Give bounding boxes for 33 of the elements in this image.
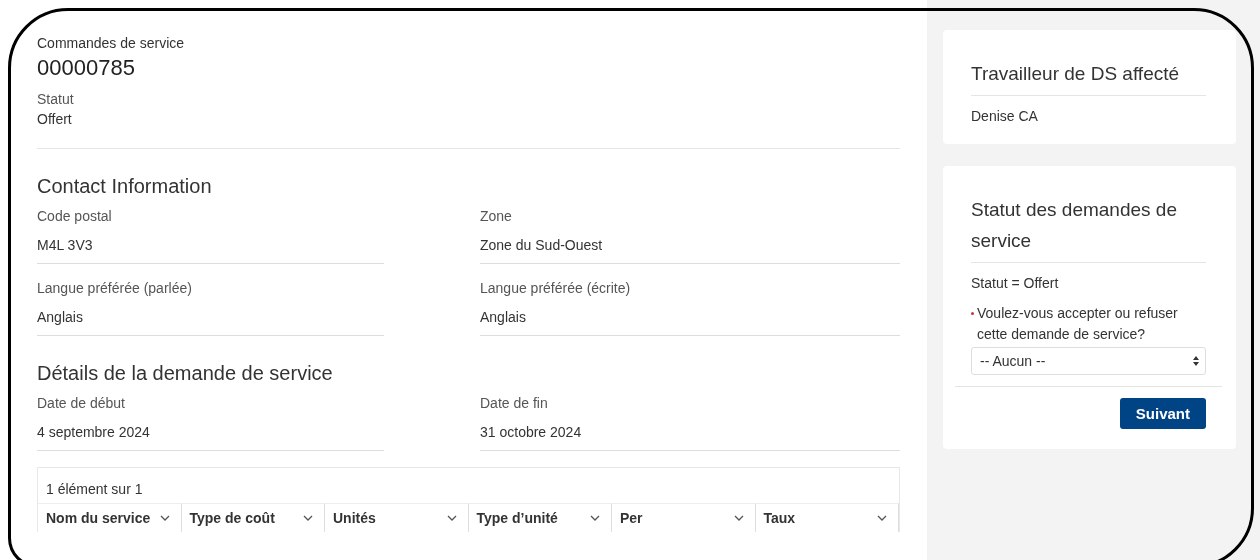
worker-name: Denise CA bbox=[971, 108, 1039, 124]
card-title: Statut des demandes de service bbox=[971, 194, 1206, 263]
field-value: Zone du Sud-Ouest bbox=[480, 237, 604, 253]
column-header[interactable]: Taux bbox=[755, 503, 899, 532]
item-count: 1 élément sur 1 bbox=[45, 480, 144, 499]
column-header[interactable]: Type d’unité bbox=[468, 503, 612, 532]
field-value: 4 septembre 2024 bbox=[37, 424, 151, 440]
field-label: Statut bbox=[37, 91, 75, 107]
question-label: Voulez-vous accepter ou refuser cette demande de service? bbox=[977, 304, 1179, 344]
field-value: Anglais bbox=[37, 309, 84, 325]
column-header[interactable]: Type de coût bbox=[181, 503, 325, 532]
dropdown-field[interactable]: -- Aucun -- bbox=[971, 347, 1206, 375]
record-number: 00000785 bbox=[37, 55, 136, 81]
card-title: Travailleur de DS affecté bbox=[971, 58, 1206, 96]
field-label: Date de début bbox=[37, 395, 126, 411]
field-label: Date de fin bbox=[480, 395, 549, 411]
field-label: Zone bbox=[480, 208, 513, 224]
status-text: Statut = Offert bbox=[971, 275, 1060, 291]
field-label: Langue préférée (écrite) bbox=[480, 280, 632, 296]
field-value: 31 octobre 2024 bbox=[480, 424, 583, 440]
field-value: Anglais bbox=[480, 309, 527, 325]
section-title: Détails de la demande de service bbox=[37, 362, 334, 385]
field-label: Langue préférée (parlée) bbox=[37, 280, 193, 296]
field-label: Code postal bbox=[37, 208, 113, 224]
column-header[interactable]: Unités bbox=[325, 503, 469, 532]
section-title: Contact Information bbox=[37, 175, 213, 198]
field-value: Offert bbox=[37, 111, 73, 127]
column-header[interactable]: Per bbox=[612, 503, 756, 532]
up-down-arrows-icon[interactable] bbox=[1193, 355, 1199, 367]
field-value: M4L 3V3 bbox=[37, 237, 94, 253]
object-label: Commandes de service bbox=[37, 35, 186, 51]
column-header[interactable]: Nom du service bbox=[38, 503, 182, 532]
next-button[interactable]: Suivant bbox=[1119, 398, 1206, 429]
